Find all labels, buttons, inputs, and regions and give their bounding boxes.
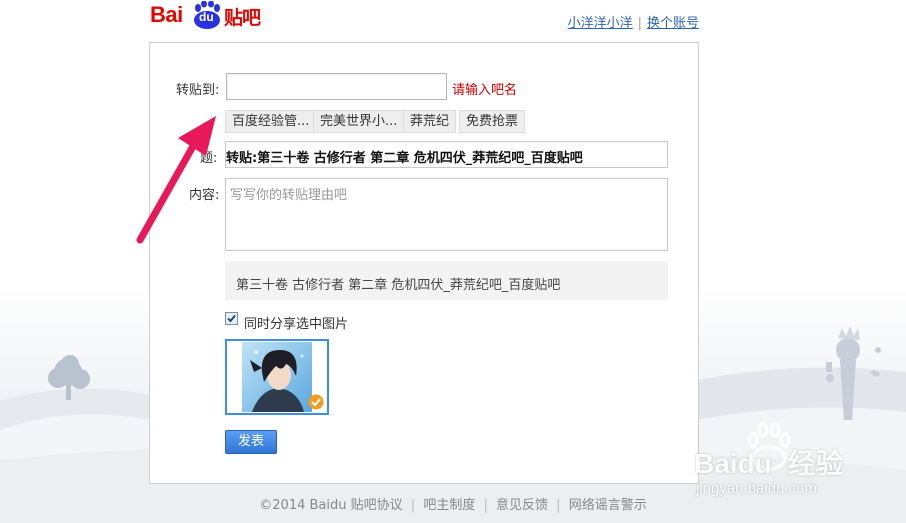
selected-check-badge-icon <box>308 394 324 410</box>
title-value: 转贴:第三十卷 古修行者 第二章 危机四伏_莽荒纪吧_百度贴吧 <box>226 151 583 166</box>
logo-tieba-text: 贴吧 <box>224 7 261 29</box>
footer-link-rumor-warning[interactable]: 网络谣言警示 <box>569 498 647 513</box>
share-images-label: 同时分享选中图片 <box>244 317 349 332</box>
watermark-brand-cn: 经验 <box>787 448 844 479</box>
baidu-tieba-logo[interactable]: Bai du 贴吧 <box>148 0 278 32</box>
suggestion-chip[interactable]: 莽荒纪 <box>403 110 457 133</box>
nav-separator: | <box>637 16 642 31</box>
watermark-brand: Baidu 经验 <box>694 442 844 482</box>
footer-link-feedback[interactable]: 意见反馈 <box>496 498 548 513</box>
anime-character-image <box>242 342 312 412</box>
footer-link-moderator-rules[interactable]: 吧主制度 <box>423 498 475 513</box>
content-textarea[interactable]: 写写你的转贴理由吧 <box>225 178 668 251</box>
logo-du-text: du <box>199 10 214 24</box>
footer-separator: | <box>556 498 561 513</box>
baidu-jingyan-watermark: Baidu 经验 jingyan.baidu.com <box>694 420 894 500</box>
suggestion-chip[interactable]: 免费抢票 <box>459 110 526 133</box>
footer-separator: | <box>410 498 416 513</box>
publish-button[interactable]: 发表 <box>225 430 277 454</box>
footer-copyright: ©2014 Baidu <box>259 498 347 513</box>
forum-hint: 请输入吧名 <box>452 83 518 98</box>
suggestion-chip[interactable]: 完美世界小... <box>313 110 405 133</box>
title-field[interactable]: 转贴:第三十卷 古修行者 第二章 危机四伏_莽荒纪吧_百度贴吧 <box>225 141 668 168</box>
selected-image-thumbnail[interactable] <box>225 339 329 415</box>
forum-name-input[interactable] <box>226 73 447 100</box>
share-images-checkbox[interactable] <box>225 312 238 325</box>
logo-bai-text: Bai <box>150 2 183 27</box>
checkmark-icon <box>227 314 236 323</box>
footer-separator: | <box>483 498 488 513</box>
title-label: 题: <box>200 151 218 166</box>
content-placeholder: 写写你的转贴理由吧 <box>230 188 348 203</box>
suggestion-chip[interactable]: 百度经验管... <box>225 110 317 133</box>
watermark-brand-du: du <box>737 448 772 479</box>
forum-label: 转贴到: <box>176 83 220 98</box>
content-label: 内容: <box>189 188 220 203</box>
watermark-brand-bai: Bai <box>694 448 738 479</box>
user-nav: 小洋洋小洋 | 换个账号 <box>568 12 699 31</box>
username-link[interactable]: 小洋洋小洋 <box>568 16 633 31</box>
switch-account-link[interactable]: 换个账号 <box>647 16 699 31</box>
footer-link-agreement[interactable]: 贴吧协议 <box>351 498 403 513</box>
post-preview: 第三十卷 古修行者 第二章 危机四伏_莽荒纪吧_百度贴吧 <box>225 261 668 300</box>
watermark-url: jingyan.baidu.com <box>696 480 817 497</box>
preview-text: 第三十卷 古修行者 第二章 危机四伏_莽荒纪吧_百度贴吧 <box>236 278 561 293</box>
